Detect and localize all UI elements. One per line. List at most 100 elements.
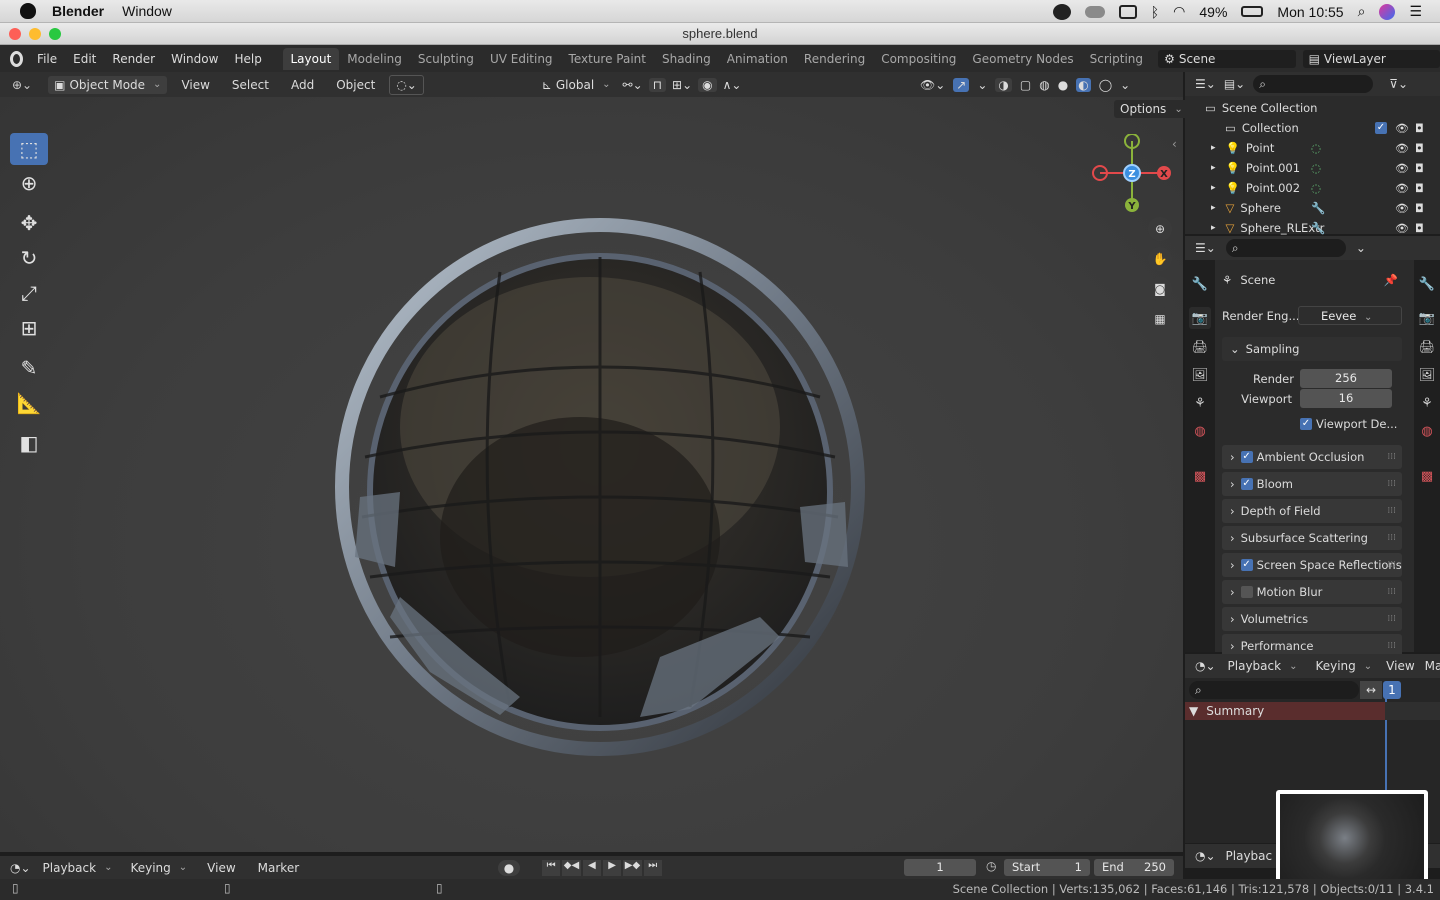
drag-handle-icon[interactable]: ⁞⁞⁞ xyxy=(1387,641,1396,651)
outliner-search-field[interactable]: ⌕ xyxy=(1253,75,1374,93)
playhead-frame-badge[interactable]: 1 xyxy=(1383,681,1401,699)
tab-compositing[interactable]: Compositing xyxy=(873,48,964,70)
viewport-samples-field[interactable]: 16 xyxy=(1300,389,1392,408)
drag-handle-icon[interactable]: ⁞⁞⁞ xyxy=(1387,479,1396,489)
ortho-grid-icon[interactable]: ▦ xyxy=(1148,307,1172,331)
transform-tool[interactable]: ⊞ xyxy=(10,312,48,344)
expand-arrow-icon[interactable]: ▸ xyxy=(1211,163,1216,173)
outliner-item[interactable]: ▸ ▽ Sphere_RLExtr 🔧 👁 ◘ xyxy=(1211,218,1440,238)
rendered-shading-icon[interactable]: ◯ xyxy=(1099,78,1112,92)
render-visibility-icon[interactable]: ◘ xyxy=(1415,222,1424,235)
cloud-icon[interactable] xyxy=(1084,5,1105,18)
scene-selector[interactable]: ⚙ Scene xyxy=(1158,49,1296,68)
wireframe-shading-icon[interactable]: ◍ xyxy=(1039,78,1049,92)
render-tab-icon[interactable]: 📷 xyxy=(1189,307,1211,329)
tab-layout[interactable]: Layout xyxy=(282,47,340,70)
render-tab-icon-right[interactable]: 📷 xyxy=(1416,307,1438,329)
collection-visibility-icon[interactable]: 👁 xyxy=(1395,122,1409,135)
viewport-canvas[interactable] xyxy=(0,97,1183,852)
material-shading-icon[interactable]: ◐ xyxy=(1076,77,1091,92)
app-menu[interactable]: Blender xyxy=(52,3,104,19)
wifi-icon[interactable]: ◠ xyxy=(1173,3,1185,20)
dopesheet-search-field[interactable]: ⌕ xyxy=(1189,681,1359,699)
window-thumbnail-preview[interactable] xyxy=(1276,790,1428,886)
collection-row[interactable]: ▭ Collection ✓ 👁 ◘ xyxy=(1225,118,1440,138)
visibility-icon[interactable]: 👁 xyxy=(1395,202,1409,215)
texture-tab-icon[interactable]: ▩ xyxy=(1189,465,1211,487)
output-tab-icon[interactable]: 🖨 xyxy=(1189,336,1211,358)
properties-options-icon[interactable]: ⌄ xyxy=(1356,241,1366,255)
close-window-button[interactable] xyxy=(9,28,21,40)
render-visibility-icon[interactable]: ◘ xyxy=(1415,202,1424,215)
falloff-icon[interactable]: ∧⌄ xyxy=(723,78,742,92)
tab-geometry-nodes[interactable]: Geometry Nodes xyxy=(964,48,1081,70)
viewport-denoise-row[interactable]: ✓ Viewport De... xyxy=(1300,414,1400,434)
visibility-icon[interactable]: 👁⌄ xyxy=(920,78,945,92)
start-frame-field[interactable]: Start 1 xyxy=(1004,859,1090,876)
siri-icon[interactable] xyxy=(1379,3,1396,20)
texture-tab-icon-right[interactable]: ▩ xyxy=(1416,465,1438,487)
zoom-icon[interactable]: ⊕ xyxy=(1148,217,1172,241)
panel-depth-of-field[interactable]: › Depth of Field ⁞⁞⁞ xyxy=(1222,499,1402,523)
render-visibility-icon[interactable]: ◘ xyxy=(1415,182,1424,195)
transform-orientation-selector[interactable]: ⊾ Global xyxy=(535,75,617,94)
panel-enable-checkbox[interactable] xyxy=(1240,586,1253,598)
proportional-edit-icon[interactable]: ◉ xyxy=(698,77,717,92)
viewport-denoise-checkbox[interactable]: ✓ xyxy=(1300,418,1312,430)
tab-shading[interactable]: Shading xyxy=(654,48,719,70)
shading-menu-icon[interactable]: ⌄ xyxy=(1120,78,1130,92)
dopesheet-swap-icon[interactable]: ↔ xyxy=(1360,681,1382,699)
minimize-window-button[interactable] xyxy=(29,28,41,40)
menu-edit[interactable]: Edit xyxy=(65,52,104,66)
collection-exclude-checkbox[interactable]: ✓ xyxy=(1375,122,1387,134)
render-visibility-icon[interactable]: ◘ xyxy=(1415,162,1424,175)
bluetooth-icon[interactable]: ᛒ xyxy=(1151,4,1159,20)
notification-center-icon[interactable]: ☰ xyxy=(1409,3,1422,20)
battery-percent[interactable]: 49% xyxy=(1199,4,1227,20)
render-visibility-icon[interactable]: ◘ xyxy=(1415,142,1424,155)
dopesheet-editor-type-icon[interactable]: ◔⌄ xyxy=(1195,659,1216,673)
outliner-editor-type-icon[interactable]: ☰⌄ xyxy=(1195,77,1216,91)
visibility-icon[interactable]: 👁 xyxy=(1395,182,1409,195)
display-mode-icon[interactable]: ▤⌄ xyxy=(1224,77,1245,91)
world-tab-icon[interactable]: ◍ xyxy=(1189,420,1211,442)
viewport-menu-add[interactable]: Add xyxy=(283,78,322,92)
outliner-item[interactable]: ▸ ▽ Sphere 🔧 👁 ◘ xyxy=(1211,198,1440,218)
render-samples-field[interactable]: 256 xyxy=(1300,369,1392,388)
object-type-visibility-button[interactable]: ◌⌄ xyxy=(389,74,424,95)
menu-help[interactable]: Help xyxy=(226,52,269,66)
filter-icon[interactable]: ⊽⌄ xyxy=(1389,77,1408,91)
expand-arrow-icon[interactable]: ▸ xyxy=(1211,223,1216,233)
snap-target-icon[interactable]: ⊞⌄ xyxy=(672,78,692,92)
creative-cloud-icon[interactable] xyxy=(1052,3,1071,20)
jump-end-icon[interactable]: ⏭ xyxy=(643,860,662,876)
spotlight-search-icon[interactable]: ⌕ xyxy=(1358,3,1366,20)
record-button[interactable]: ● xyxy=(498,860,520,876)
expand-arrow-icon[interactable]: ▸ xyxy=(1211,203,1216,213)
panel-ambient-occlusion[interactable]: › ✓ Ambient Occlusion ⁞⁞⁞ xyxy=(1222,445,1402,469)
expand-arrow-icon[interactable]: ▸ xyxy=(1211,183,1216,193)
xray-icon[interactable]: ▢ xyxy=(1020,78,1031,92)
tab-modeling[interactable]: Modeling xyxy=(339,48,410,70)
display-icon[interactable] xyxy=(1118,4,1137,19)
navigation-gizmo[interactable]: X Y Z xyxy=(1088,134,1178,224)
gizmo-toggle-icon[interactable]: ↗ xyxy=(953,77,970,92)
drag-handle-icon[interactable]: ⁞⁞⁞ xyxy=(1387,533,1396,543)
outliner-item[interactable]: ▸ 💡 Point.002 ◌ 👁 ◘ xyxy=(1211,178,1440,198)
drag-handle-icon[interactable]: ⁞⁞⁞ xyxy=(1387,587,1396,597)
menu-file[interactable]: File xyxy=(29,52,65,66)
play-reverse-icon[interactable]: ◀ xyxy=(582,860,601,876)
cursor-tool[interactable]: ⊕ xyxy=(10,167,48,199)
solid-shading-icon[interactable]: ● xyxy=(1058,78,1068,92)
viewport-menu-select[interactable]: Select xyxy=(224,78,277,92)
select-box-tool[interactable]: ⬚ xyxy=(10,133,48,165)
render-engine-dropdown[interactable]: Eevee xyxy=(1298,306,1402,325)
panel-motion-blur[interactable]: › Motion Blur ⁞⁞⁞ xyxy=(1222,580,1402,604)
overlay-toggle-icon[interactable]: ◑ xyxy=(995,77,1012,92)
preview-range-icon[interactable]: ◷ xyxy=(986,859,996,873)
collection-render-icon[interactable]: ◘ xyxy=(1415,122,1424,135)
zoom-window-button[interactable] xyxy=(49,28,61,40)
drag-handle-icon[interactable]: ⁞⁞⁞ xyxy=(1387,452,1396,462)
gizmo-menu-icon[interactable]: ⌄ xyxy=(977,78,987,92)
viewport-menu-object[interactable]: Object xyxy=(328,78,383,92)
